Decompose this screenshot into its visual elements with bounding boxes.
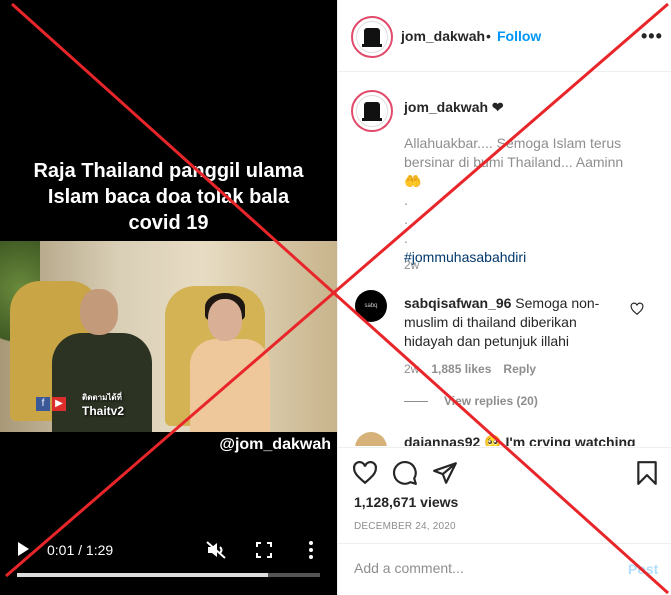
video-time: 0:01 / 1:29 <box>47 542 114 558</box>
caption-body: Allahuakbar.... Semoga Islam terus bersi… <box>404 135 624 246</box>
video-progress-bar[interactable] <box>17 573 320 577</box>
comment2-text: dajannas92 🥺 I'm crying watching <box>404 434 636 446</box>
video-frame: f ▶ ติดตามได้ที่ Thaitv2 <box>0 241 337 432</box>
channel-small-text: ติดตามได้ที่ <box>82 393 122 402</box>
reply-button[interactable]: Reply <box>503 362 536 376</box>
share-icon[interactable] <box>432 460 458 486</box>
separator-dot: • <box>486 28 491 44</box>
play-icon[interactable] <box>18 542 29 556</box>
comment-likes[interactable]: 1,885 likes <box>431 362 491 376</box>
person-right-head <box>208 299 242 341</box>
fullscreen-icon[interactable] <box>256 542 272 558</box>
youtube-icon: ▶ <box>52 397 66 411</box>
comment-meta: 2w 1,885 likes Reply <box>404 362 536 376</box>
video-player[interactable]: Raja Thailand panggil ulama Islam baca d… <box>0 0 337 595</box>
view-replies-button[interactable]: View replies (20) <box>404 394 538 408</box>
post-sidebar: jom_dakwah • Follow ••• jom_dakwah ❤ All… <box>337 0 671 595</box>
channel-name: Thaitv2 <box>82 404 125 418</box>
video-controls: 0:01 / 1:29 <box>0 538 337 568</box>
follow-button[interactable]: Follow <box>497 28 541 44</box>
view-count[interactable]: 1,128,671 views <box>354 494 458 510</box>
mute-icon[interactable] <box>206 541 226 559</box>
more-icon[interactable] <box>304 540 318 560</box>
channel-logo: ติดตามได้ที่ Thaitv2 <box>82 391 124 418</box>
add-comment-bar: Post <box>338 543 671 595</box>
comment-item-partial: dajannas92 🥺 I'm crying watching <box>338 432 671 446</box>
post-actions: 1,128,671 views DECEMBER 24, 2020 Post <box>338 447 671 595</box>
hashtag-link[interactable]: #jommuhasabahdiri <box>404 249 526 265</box>
header-username[interactable]: jom_dakwah <box>401 28 485 44</box>
video-progress-fill <box>17 573 269 577</box>
post-header: jom_dakwah • Follow ••• <box>338 0 671 72</box>
avatar[interactable] <box>351 16 393 58</box>
caption-timestamp: 2w <box>404 258 420 272</box>
video-caption: Raja Thailand panggil ulama Islam baca d… <box>33 160 304 234</box>
post-date: DECEMBER 24, 2020 <box>354 521 456 532</box>
comment-timestamp: 2w <box>404 362 420 376</box>
facebook-icon: f <box>36 397 50 411</box>
social-icons: f ▶ <box>36 397 66 411</box>
video-watermark: @jom_dakwah <box>219 436 331 453</box>
person-left-head <box>80 289 118 335</box>
post-button[interactable]: Post <box>628 561 658 577</box>
caption-avatar[interactable] <box>351 90 393 132</box>
comment2-avatar[interactable] <box>355 432 387 446</box>
comment-avatar[interactable]: sabq <box>355 290 387 322</box>
comment-heart-icon[interactable] <box>630 302 644 316</box>
comment-input[interactable] <box>354 560 604 576</box>
caption-username[interactable]: jom_dakwah ❤ <box>404 99 504 116</box>
heart-icon[interactable] <box>352 460 378 486</box>
more-options-icon[interactable]: ••• <box>641 26 663 47</box>
comment-text: sabqisafwan_96 Semoga non-muslim di thai… <box>404 294 624 351</box>
person-right-body <box>190 339 270 432</box>
comment-username[interactable]: sabqisafwan_96 <box>404 295 511 311</box>
caption-text: Allahuakbar.... Semoga Islam terus bersi… <box>404 134 644 267</box>
bookmark-icon[interactable] <box>634 460 660 486</box>
comment-icon[interactable] <box>392 460 418 486</box>
